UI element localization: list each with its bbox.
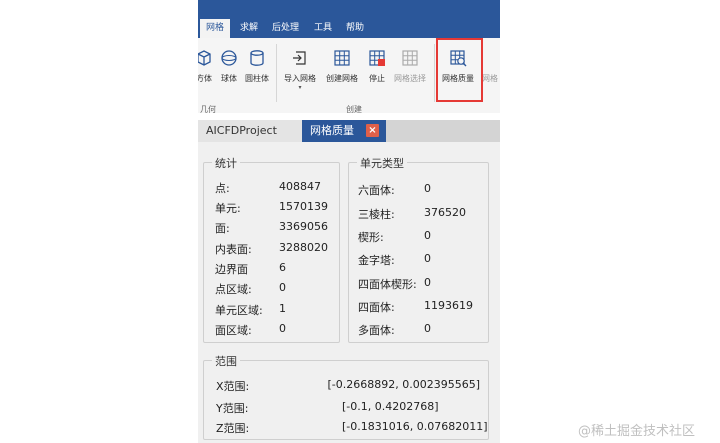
stat-label: 面区域: <box>215 324 252 337</box>
stat-label: 单元区域: <box>215 304 263 317</box>
cell-type-label: 四面体: <box>358 301 395 314</box>
stat-value: 3288020 <box>279 241 328 254</box>
cell-type-label: 四面体楔形: <box>358 278 417 291</box>
import-mesh-button[interactable]: 导入网格 ▾ <box>282 48 318 93</box>
statistics-group: 统计 点: 408847 单元: 1570139 面: 3369056 内表面:… <box>203 155 340 343</box>
cylinder-tool-button[interactable]: 圆柱体 <box>243 48 271 93</box>
cube-icon <box>198 50 211 66</box>
range-group: 范围 X范围: [-0.2668892, 0.002395565] Y范围: [… <box>203 353 489 440</box>
group-label-create: 创建 <box>346 105 362 113</box>
cell-types-title: 单元类型 <box>357 155 407 171</box>
statistics-title: 统计 <box>212 155 240 171</box>
group-separator <box>276 44 277 102</box>
stat-label: 面: <box>215 222 230 235</box>
cell-type-value: 0 <box>424 276 431 289</box>
create-mesh-label: 创建网格 <box>326 74 358 83</box>
menu-tab-tools[interactable]: 工具 <box>314 19 332 38</box>
cell-type-value: 0 <box>424 252 431 265</box>
chevron-down-icon[interactable]: ▾ <box>282 84 318 91</box>
box-tool-button[interactable]: 方体 <box>198 48 214 93</box>
cell-type-label: 三棱柱: <box>358 208 395 221</box>
cell-types-group: 单元类型 六面体: 0 三棱柱: 376520 楔形: 0 金字塔: 0 四面体… <box>348 155 489 343</box>
range-value: [-0.1831016, 0.07682011] <box>342 420 488 433</box>
stat-value: 1 <box>279 302 286 315</box>
cell-type-value: 0 <box>424 229 431 242</box>
menu-tab-postprocess[interactable]: 后处理 <box>272 19 299 38</box>
mesh-tool-label: 网格 <box>482 74 498 83</box>
stat-value: 0 <box>279 281 286 294</box>
highlight-box <box>436 38 483 102</box>
mesh-select-label: 网格选择 <box>394 74 426 83</box>
import-mesh-label: 导入网格 <box>284 74 316 83</box>
group-label-geometry: 几何 <box>200 105 216 113</box>
stat-value: 3369056 <box>279 220 328 233</box>
create-mesh-button[interactable]: 创建网格 <box>324 48 360 93</box>
mesh-quality-panel: AICFDProject 网格质量 × 统计 点: 408847 单元: 157… <box>198 120 500 443</box>
range-label: Y范围: <box>216 402 249 415</box>
range-label: X范围: <box>216 380 250 393</box>
mesh-select-button[interactable]: 网格选择 <box>392 48 428 93</box>
range-value: [-0.1, 0.4202768] <box>342 400 439 413</box>
cell-type-value: 0 <box>424 182 431 195</box>
mesh-select-icon <box>402 50 418 66</box>
tab-aicfd-project[interactable]: AICFDProject <box>198 120 302 142</box>
cell-type-label: 金字塔: <box>358 254 395 267</box>
stat-value: 6 <box>279 261 286 274</box>
close-icon[interactable]: × <box>366 124 379 137</box>
import-icon <box>293 51 306 65</box>
stat-value: 408847 <box>279 180 321 193</box>
group-separator <box>434 44 435 102</box>
stat-value: 1570139 <box>279 200 328 213</box>
menu-tab-help[interactable]: 帮助 <box>346 19 364 38</box>
range-title: 范围 <box>212 353 240 369</box>
menu-bar: 网格 求解 后处理 工具 帮助 <box>198 0 500 38</box>
cylinder-icon <box>250 50 264 66</box>
mesh-grid-icon <box>334 50 350 66</box>
sphere-tool-label: 球体 <box>221 74 237 83</box>
cell-type-label: 六面体: <box>358 184 395 197</box>
cell-type-value: 0 <box>424 322 431 335</box>
stat-label: 单元: <box>215 202 241 215</box>
cell-type-value: 376520 <box>424 206 466 219</box>
menu-tab-mesh[interactable]: 网格 <box>200 19 231 38</box>
mesh-tool-button[interactable]: 网格 <box>482 48 500 93</box>
stat-value: 0 <box>279 322 286 335</box>
sphere-icon <box>221 50 237 66</box>
stop-button[interactable]: 停止 <box>366 48 388 93</box>
stop-label: 停止 <box>369 74 385 83</box>
watermark: @稀土掘金技术社区 <box>578 424 696 439</box>
box-tool-label: 方体 <box>198 74 212 83</box>
menu-tab-solve[interactable]: 求解 <box>240 19 258 38</box>
document-tab-bar: AICFDProject 网格质量 × <box>198 120 500 142</box>
range-value: [-0.2668892, 0.002395565] <box>327 378 480 391</box>
stat-label: 边界面 <box>215 263 248 276</box>
stat-label: 内表面: <box>215 243 252 256</box>
cylinder-tool-label: 圆柱体 <box>245 74 269 83</box>
cell-type-label: 楔形: <box>358 231 384 244</box>
cell-type-value: 1193619 <box>424 299 473 312</box>
range-label: Z范围: <box>216 422 250 435</box>
stat-label: 点区域: <box>215 283 252 296</box>
sphere-tool-button[interactable]: 球体 <box>218 48 240 93</box>
cell-type-label: 多面体: <box>358 324 395 337</box>
stat-label: 点: <box>215 182 230 195</box>
stop-icon <box>369 50 385 66</box>
